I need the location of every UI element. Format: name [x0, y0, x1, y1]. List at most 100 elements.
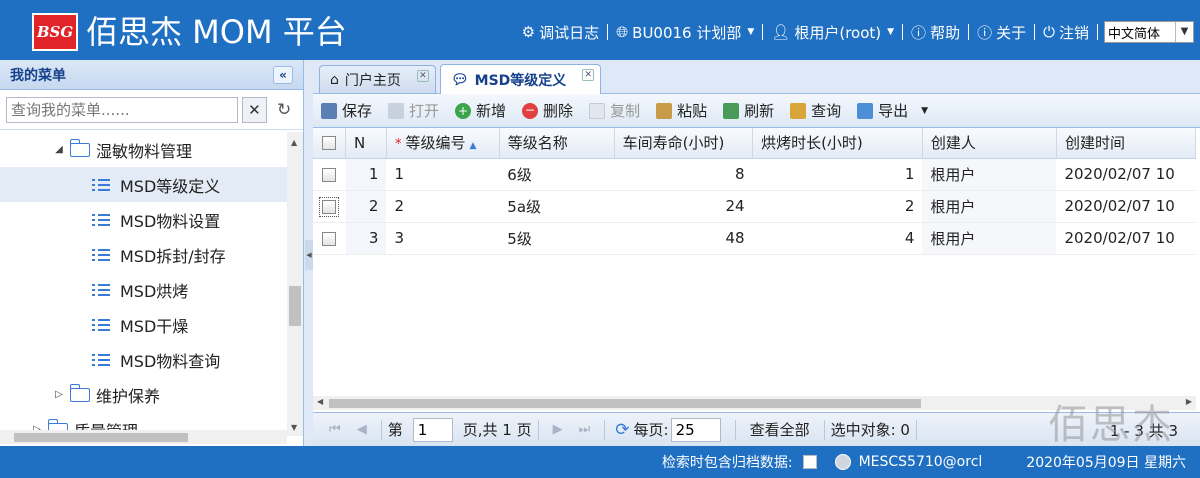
help-link[interactable]: ⓘ 帮助 [905, 22, 966, 43]
page-total: 页,共 1 页 [462, 421, 532, 439]
cell-floor-life[interactable]: 8 [614, 158, 753, 191]
tree-item-msd-unseal[interactable]: MSD拆封/封存 [0, 237, 288, 272]
last-page-icon[interactable]: ⏭ [579, 422, 591, 437]
table-row[interactable]: 2 2 5a级 24 2 根用户 2020/02/07 10 [313, 190, 1196, 223]
scroll-thumb[interactable] [14, 433, 188, 442]
prev-page-icon[interactable]: ◀ [357, 422, 367, 437]
user-menu[interactable]: 👤︎ 根用户(root) ▼ [765, 22, 900, 43]
scroll-thumb[interactable] [329, 399, 921, 408]
minus-icon: − [522, 102, 539, 119]
include-archive-checkbox[interactable] [802, 455, 817, 469]
scroll-right-icon[interactable]: ▶ [1186, 397, 1192, 406]
column-header-name[interactable]: 等级名称 [499, 128, 615, 159]
scroll-up-icon[interactable]: ▲ [291, 138, 297, 147]
splitter-collapse-icon[interactable]: ◀ [305, 240, 313, 270]
close-icon[interactable]: ✕ [416, 70, 429, 82]
query-button[interactable]: 查询 [790, 100, 841, 121]
grid-header-row: N * 等级编号 ▲ 等级名称 车间寿命(小时) 烘烤时长(小时) 创建人 创建时间 [313, 128, 1196, 159]
tab-msd-level[interactable]: 💬︎ MSD等级定义 ✕ [439, 64, 602, 94]
cell-code[interactable]: 1 [386, 158, 500, 191]
pager-separator [537, 419, 539, 440]
department-menu[interactable]: 🌐︎ BU0016 计划部 ▼ [610, 22, 760, 43]
close-icon[interactable]: ✕ [582, 69, 595, 81]
tree-item-msd-query[interactable]: MSD物料查询 [0, 342, 288, 377]
collapse-sidebar-button[interactable]: « [273, 65, 293, 84]
first-page-icon[interactable]: ⏮ [329, 422, 341, 437]
row-checkbox[interactable] [319, 196, 340, 217]
refresh-button[interactable]: 刷新 [723, 100, 774, 121]
table-row[interactable]: 1 1 6级 8 1 根用户 2020/02/07 10 [313, 158, 1196, 191]
column-header-code[interactable]: * 等级编号 ▲ [386, 128, 500, 159]
column-header-bake-time[interactable]: 烘烤时长(小时) [752, 128, 923, 159]
info-icon: ⓘ [977, 23, 993, 42]
refresh-page-icon[interactable]: ⟳ [615, 420, 629, 440]
cell-bake-time[interactable]: 2 [752, 190, 923, 223]
table-row[interactable]: 3 3 5级 48 4 根用户 2020/02/07 10 [313, 222, 1196, 255]
sidebar-vertical-scrollbar[interactable]: ▲ ▼ [287, 132, 303, 436]
clear-search-button[interactable]: ✕ [241, 96, 268, 123]
next-page-icon[interactable]: ▶ [553, 422, 563, 437]
export-button[interactable]: 导出 ▼ [857, 100, 928, 121]
plus-icon: + [455, 102, 472, 119]
tree-item-msd-level[interactable]: MSD等级定义 [0, 167, 288, 202]
cell-code[interactable]: 2 [386, 190, 500, 223]
copy-icon [589, 102, 606, 119]
page-number-input[interactable] [412, 417, 453, 442]
cell-creator: 根用户 [922, 190, 1057, 223]
select-all-checkbox[interactable] [322, 136, 336, 151]
cell-bake-time[interactable]: 4 [752, 222, 923, 255]
language-select[interactable]: 中文简体 ▼ [1104, 21, 1194, 43]
tree-folder-quality[interactable]: ▷ 质量管理 [0, 412, 288, 430]
nav-separator [762, 24, 764, 40]
chevron-down-icon: ▼ [887, 27, 895, 37]
scroll-thumb[interactable] [289, 286, 301, 326]
cell-bake-time[interactable]: 1 [752, 158, 923, 191]
cell-name[interactable]: 5级 [499, 222, 615, 255]
row-number: 3 [345, 222, 387, 255]
cell-code[interactable]: 3 [386, 222, 500, 255]
column-header-created-time[interactable]: 创建时间 [1056, 128, 1196, 159]
page-size-input[interactable] [670, 417, 721, 442]
save-button[interactable]: 保存 [321, 100, 372, 121]
scroll-left-icon[interactable]: ◀ [317, 397, 323, 406]
debug-log-link[interactable]: ⚙ 调试日志 [516, 22, 605, 43]
panel-splitter[interactable]: ◀ [305, 60, 313, 446]
add-button[interactable]: + 新增 [455, 100, 506, 121]
tab-home[interactable]: ⌂ 门户主页 ✕ [319, 65, 436, 93]
row-checkbox[interactable] [322, 167, 337, 182]
column-header-floor-life[interactable]: 车间寿命(小时) [614, 128, 754, 159]
tree-item-msd-material-setting[interactable]: MSD物料设置 [0, 202, 288, 237]
open-button[interactable]: 打开 [388, 100, 439, 121]
menu-search-input[interactable] [6, 96, 238, 123]
show-all-button[interactable]: 查看全部 [750, 419, 810, 440]
column-header-n[interactable]: N [345, 128, 387, 159]
refresh-menu-button[interactable]: ↻ [271, 97, 297, 123]
sidebar-horizontal-scrollbar[interactable] [0, 430, 287, 444]
cell-floor-life[interactable]: 48 [614, 222, 753, 255]
row-select-cell[interactable] [313, 222, 346, 255]
paste-button[interactable]: 粘贴 [656, 100, 707, 121]
select-all-header[interactable] [313, 128, 347, 159]
logout-link[interactable]: ⏻ 注销 [1037, 22, 1095, 43]
user-icon: 👤︎ [771, 23, 791, 41]
about-link[interactable]: ⓘ 关于 [971, 22, 1032, 43]
tree-folder-msd[interactable]: ◢ 湿敏物料管理 [0, 132, 288, 167]
delete-button[interactable]: − 删除 [522, 100, 573, 121]
column-header-creator[interactable]: 创建人 [922, 128, 1057, 159]
tree-item-msd-dry[interactable]: MSD干燥 [0, 307, 288, 342]
row-checkbox[interactable] [322, 231, 337, 246]
cell-name[interactable]: 6级 [499, 158, 615, 191]
pager-separator [915, 419, 917, 440]
search-form-icon [790, 102, 807, 119]
per-page-label: 每页: [633, 421, 669, 439]
row-select-cell[interactable] [313, 190, 346, 223]
tree-folder-maintenance[interactable]: ▷ 维护保养 [0, 377, 288, 412]
cell-name[interactable]: 5a级 [499, 190, 615, 223]
tree-item-msd-bake[interactable]: MSD烘烤 [0, 272, 288, 307]
menu-tree: ◢ 湿敏物料管理 MSD等级定义 MSD物料设置 MSD拆封/封存 MSD烘烤 … [0, 132, 288, 430]
cell-floor-life[interactable]: 24 [614, 190, 753, 223]
row-select-cell[interactable] [313, 158, 346, 191]
copy-button[interactable]: 复制 [589, 100, 640, 121]
scroll-down-icon[interactable]: ▼ [291, 423, 297, 432]
status-bar: 检索时包含归档数据: MESCS5710@orcl 2020年05月09日 星期… [0, 446, 1200, 478]
